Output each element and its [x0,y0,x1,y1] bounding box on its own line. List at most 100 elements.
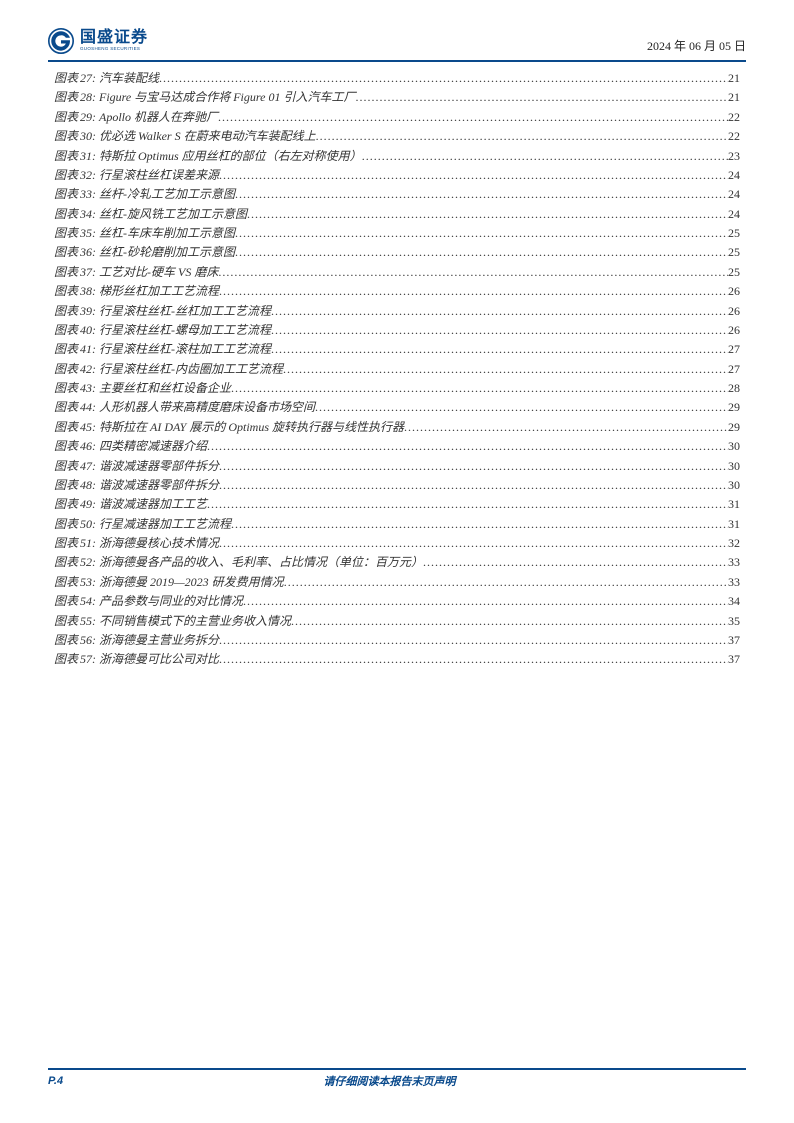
toc-number: 52: [80,556,96,569]
toc-row: 图表34: 丝杠-旋风铣工艺加工示意图.....................… [54,208,740,221]
toc-row: 图表27: 汽车装配线.............................… [54,72,740,85]
toc-label: 图表 [54,382,78,395]
toc-title: 特斯拉 Optimus 应用丝杠的部位（右左对称使用） [99,150,362,163]
toc-page: 37 [728,634,740,647]
toc-number: 51: [80,537,96,550]
toc-title: 行星减速器加工工艺流程 [99,518,231,531]
toc-page: 30 [728,440,740,453]
toc-leader-dots: ........................................… [219,285,728,298]
toc-leader-dots: ........................................… [355,91,728,104]
toc-page: 34 [728,595,740,608]
toc-label: 图表 [54,227,78,240]
toc-title: 行星滚柱丝杠-螺母加工工艺流程 [99,324,271,337]
toc-row: 图表38: 梯形丝杠加工工艺流程........................… [54,285,740,298]
toc-page: 33 [728,576,740,589]
toc-title: 行星滚柱丝杠误差来源 [99,169,219,182]
toc-label: 图表 [54,208,78,221]
report-date: 2024 年 06 月 05 日 [647,37,746,54]
toc-number: 34: [80,208,96,221]
toc-page: 23 [728,150,740,163]
toc-number: 27: [80,72,96,85]
toc-leader-dots: ........................................… [283,363,728,376]
toc-number: 28: [80,91,96,104]
toc-number: 36: [80,246,96,259]
toc-label: 图表 [54,518,78,531]
toc-label: 图表 [54,595,78,608]
toc-title: Figure 与宝马达成合作将 Figure 01 引入汽车工厂 [99,91,355,104]
toc-title: 四类精密减速器介绍 [99,440,207,453]
toc-page: 25 [728,266,740,279]
toc-row: 图表33: 丝杆-冷轧工艺加工示意图......................… [54,188,740,201]
toc-number: 33: [80,188,96,201]
toc-leader-dots: ........................................… [316,130,728,143]
guosheng-logo-icon [48,28,74,54]
toc-label: 图表 [54,401,78,414]
toc-page: 25 [728,246,740,259]
toc-row: 图表29: Apollo 机器人在奔驰厂....................… [54,111,740,124]
toc-page: 33 [728,556,740,569]
toc-leader-dots: ........................................… [315,401,728,414]
toc-number: 43: [80,382,96,395]
toc-title: 特斯拉在 AI DAY 展示的 Optimus 旋转执行器与线性执行器 [99,421,404,434]
toc-row: 图表51: 浙海德曼核心技术情况........................… [54,537,740,550]
toc-row: 图表57: 浙海德曼可比公司对比........................… [54,653,740,666]
toc-title: 浙海德曼核心技术情况 [99,537,219,550]
toc-title: 人形机器人带来高精度磨床设备市场空间 [99,401,315,414]
toc-label: 图表 [54,537,78,550]
toc-row: 图表39: 行星滚柱丝杠-丝杠加工工艺流程...................… [54,305,740,318]
toc-number: 44: [80,401,96,414]
toc-number: 42: [80,363,96,376]
toc-number: 49: [80,498,96,511]
toc-row: 图表48: 谐波减速器零部件拆分........................… [54,479,740,492]
toc-page: 29 [728,421,740,434]
toc-title: 不同销售模式下的主营业务收入情况 [99,615,291,628]
toc-title: Apollo 机器人在奔驰厂 [99,111,218,124]
footer: P.4 请仔细阅读本报告末页声明 [48,1068,746,1089]
toc-row: 图表36: 丝杠-砂轮磨削加工示意图......................… [54,246,740,259]
toc-row: 图表45: 特斯拉在 AI DAY 展示的 Optimus 旋转执行器与线性执行… [54,421,740,434]
toc-label: 图表 [54,285,78,298]
toc-number: 32: [80,169,96,182]
toc-row: 图表46: 四类精密减速器介绍.........................… [54,440,740,453]
toc-row: 图表31: 特斯拉 Optimus 应用丝杠的部位（右左对称使用）.......… [54,150,740,163]
toc-title: 谐波减速器零部件拆分 [99,460,219,473]
toc-page: 25 [728,227,740,240]
toc-row: 图表44: 人形机器人带来高精度磨床设备市场空间................… [54,401,740,414]
toc-page: 27 [728,363,740,376]
toc-number: 57: [80,653,96,666]
toc-leader-dots: ........................................… [235,246,728,259]
toc-leader-dots: ........................................… [271,343,728,356]
toc-row: 图表28: Figure 与宝马达成合作将 Figure 01 引入汽车工厂..… [54,91,740,104]
toc-label: 图表 [54,169,78,182]
toc-row: 图表30: 优必选 Walker S 在蔚来电动汽车装配线上..........… [54,130,740,143]
toc-number: 31: [80,150,96,163]
toc-row: 图表40: 行星滚柱丝杠-螺母加工工艺流程...................… [54,324,740,337]
toc-leader-dots: ........................................… [271,305,728,318]
toc-page: 24 [728,208,740,221]
toc-page: 21 [728,91,740,104]
toc-leader-dots: ........................................… [159,72,728,85]
toc-page: 26 [728,324,740,337]
toc-label: 图表 [54,91,78,104]
toc-page: 21 [728,72,740,85]
brand-text: 国盛证券 GUOSHENG SECURITIES [80,30,148,52]
toc-label: 图表 [54,556,78,569]
toc-title: 谐波减速器零部件拆分 [99,479,219,492]
toc-number: 46: [80,440,96,453]
toc-title: 浙海德曼 2019—2023 研发费用情况 [99,576,284,589]
toc-title: 梯形丝杠加工工艺流程 [99,285,219,298]
toc-page: 26 [728,305,740,318]
toc-title: 浙海德曼各产品的收入、毛利率、占比情况（单位：百万元） [99,556,423,569]
toc-page: 30 [728,479,740,492]
toc-page: 27 [728,343,740,356]
toc-page: 31 [728,518,740,531]
toc-leader-dots: ........................................… [235,188,728,201]
toc-page: 22 [728,111,740,124]
toc-label: 图表 [54,246,78,259]
footer-row: P.4 请仔细阅读本报告末页声明 [48,1073,746,1089]
toc-label: 图表 [54,460,78,473]
toc-leader-dots: ........................................… [231,382,728,395]
toc-title: 丝杆-冷轧工艺加工示意图 [99,188,235,201]
toc-number: 40: [80,324,96,337]
brand-name: 国盛证券 [80,30,148,46]
